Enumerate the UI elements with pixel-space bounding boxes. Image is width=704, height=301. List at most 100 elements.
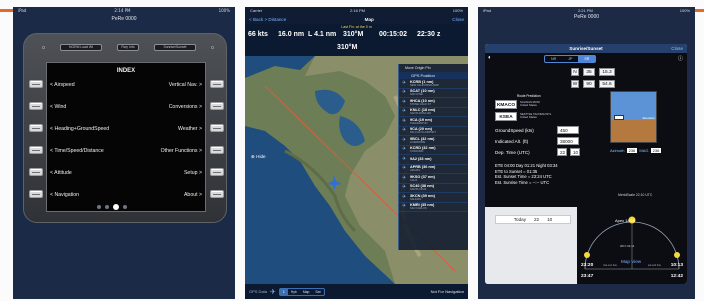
softkey-right-5[interactable] (210, 168, 224, 176)
seg-option[interactable]: 1 (279, 288, 288, 295)
list-item[interactable]: ✈ 9A2 (33 nm) (399, 155, 468, 165)
plane-marker-icon (614, 115, 624, 120)
seg-option[interactable]: Sat (312, 289, 323, 295)
list-item[interactable]: ✈ KCRB (1 nm) NEW CALIFORNIA AIRP (399, 79, 468, 89)
picker-day[interactable]: Today (514, 217, 526, 222)
departure-minute-input[interactable]: 10 (570, 148, 580, 156)
seg-option[interactable]: JP (562, 56, 578, 62)
menu-heading-groundspeed[interactable]: < Heading+GroundSpeed (50, 126, 109, 132)
list-item[interactable]: ✈ 9HCA (10 nm) STONE CALIF ST (399, 98, 468, 108)
bezel-knob-left[interactable] (42, 45, 45, 49)
map-view[interactable]: Move Origin Pin GPS Position ✈ KCRB (1 nm… (245, 56, 468, 284)
softkey-left-1[interactable] (29, 80, 43, 88)
map-type-segment[interactable]: 1 Hyb Map Sat (278, 287, 325, 296)
waypoint-desc: SAN JOSE (410, 93, 423, 97)
page-dot[interactable] (123, 205, 127, 209)
sunrise-screen: iPad 2:21 PM 100% PeRe 0000 Sunrise/Suns… (478, 7, 695, 299)
station-departure[interactable]: KMACO (495, 100, 517, 109)
list-item[interactable]: ✈ KMRI (35 nm) SAN CARLOS (399, 203, 468, 212)
list-item[interactable]: ✈ 9KSO (37 nm) CALIF (399, 174, 468, 184)
close-button[interactable]: Close (452, 17, 464, 22)
last-fix: Last Fix: at the 0 m (341, 25, 372, 29)
groundspeed-input[interactable]: 450 (557, 126, 579, 134)
lat-degrees[interactable]: 35 (583, 68, 595, 76)
picker-hour[interactable]: 22 (534, 217, 539, 222)
list-item[interactable]: ✈ SCAT (10 nm) SAN JOSE (399, 89, 468, 98)
back-button[interactable]: < Back > Distance (249, 17, 286, 22)
altitude-input[interactable]: 38000 (557, 137, 579, 145)
info-icon[interactable]: ⓘ (678, 55, 683, 62)
index-display: INDEX < Airspeed < Wind < Heading+Ground… (46, 62, 206, 212)
softkey-left-3[interactable] (29, 124, 43, 132)
menu-navigation[interactable]: < Navigation (50, 192, 79, 198)
softkey-right-1[interactable] (210, 80, 224, 88)
date-picker[interactable]: Today 22 10 (495, 215, 571, 224)
list-item[interactable]: ✈ 9CA (19 nm) PLEASANTON (399, 117, 468, 127)
softkey-left-4[interactable] (29, 146, 43, 154)
softkey-left-5[interactable] (29, 168, 43, 176)
list-item[interactable]: ✈ KNLC (18 nm) SANTA ROSA AIR (399, 108, 468, 117)
list-item[interactable]: ✈ APRB (36 nm) ARCATA (399, 165, 468, 174)
status-battery: 100% (218, 8, 230, 13)
map-view-button[interactable]: Map View (621, 259, 641, 264)
bezel-key-sunrise[interactable]: Sunrise/Sunset (154, 43, 196, 51)
gps-data-button[interactable]: GPS Data (249, 289, 267, 294)
menu-weather[interactable]: Weather > (178, 126, 202, 132)
status-time: 2:14 PM (114, 8, 131, 13)
lat-hemisphere[interactable]: N (571, 68, 579, 76)
menu-about[interactable]: About > (184, 192, 202, 198)
softkey-left-2[interactable] (29, 102, 43, 110)
page-indicator[interactable] (97, 204, 127, 210)
bezel-key-rwy[interactable]: Rwy Info (117, 43, 139, 51)
menu-other-functions[interactable]: Other Functions > (161, 148, 202, 154)
softkey-right-2[interactable] (210, 102, 224, 110)
list-item[interactable]: ✈ 3KCN (39 nm) SALINAS (399, 193, 468, 203)
close-button[interactable]: Close (671, 46, 683, 51)
station-arrival[interactable]: KSEA (495, 112, 517, 121)
menu-setup[interactable]: Setup > (184, 170, 202, 176)
bezel-key-load[interactable]: NORM Load Wt (60, 43, 102, 51)
lon-minutes[interactable]: 54.6 (599, 80, 615, 88)
move-origin-pin[interactable]: Move Origin Pin (398, 64, 468, 72)
distance2-value: L 4.1 nm (308, 31, 337, 38)
seg-option[interactable]: SR (578, 56, 596, 62)
mode-segment[interactable]: NR JP SR (544, 55, 597, 63)
lon-degrees[interactable]: 90 (583, 80, 595, 88)
departure-hour-input[interactable]: 22 (557, 148, 567, 156)
waypoint-desc: SAN CARLOS (410, 207, 427, 211)
bezel-knob-right[interactable] (211, 45, 214, 49)
seg-option[interactable]: NR (545, 56, 562, 62)
page-dot-active[interactable] (113, 204, 119, 210)
list-item[interactable]: ✈ KCRD (32 nm) CONCORD (399, 146, 468, 155)
list-item[interactable]: ✈ 9CA (20 nm) PALO ALTO AIRPORT (399, 127, 468, 136)
list-item[interactable]: ✈ 9BCL (32 nm) LIVERMORE (399, 136, 468, 146)
lon-hemisphere[interactable]: W (571, 80, 579, 88)
hide-button[interactable]: ⊕ Hide (251, 154, 266, 160)
azimuth-readout: Azimuth 236 MAG 236 (610, 148, 662, 153)
page-dot[interactable] (105, 205, 109, 209)
softkey-right-3[interactable] (210, 124, 224, 132)
menu-attitude[interactable]: < Attitude (50, 170, 72, 176)
flight-info-bar: Last Fix: at the 0 m 66 kts 16.0 nm L 4.… (245, 24, 468, 56)
airplane-icon[interactable]: ✈ (270, 288, 276, 296)
status-bar: iPad 2:21 PM 100% (478, 7, 695, 14)
lat-minutes[interactable]: 15.3 (599, 68, 615, 76)
softkey-left-6[interactable] (29, 190, 43, 198)
left-time: 23:47 (581, 274, 594, 279)
seg-option[interactable]: Hyb (288, 289, 300, 295)
softkey-right-4[interactable] (210, 146, 224, 154)
menu-conversions[interactable]: Conversions > (169, 104, 202, 110)
page-dot[interactable] (97, 205, 101, 209)
menu-wind[interactable]: < Wind (50, 104, 66, 110)
picker-minute[interactable]: 10 (547, 217, 552, 222)
list-item[interactable]: ✈ SC40 (38 nm) SANTA CRUZ (399, 184, 468, 193)
ete-value: 00:15:02 (379, 31, 408, 38)
menu-time-speed-distance[interactable]: < Time/Speed/Distance (50, 148, 104, 154)
softkey-right-6[interactable] (210, 190, 224, 198)
seg-option[interactable]: Map (300, 289, 313, 295)
menu-airspeed[interactable]: < Airspeed (50, 82, 75, 88)
waypoint-desc: STONE CALIF ST (410, 102, 431, 106)
menu-vertical-nav[interactable]: Vertical Nav. > (169, 82, 202, 88)
result-ete: ETE 04:00 Day 01:21 Night 03:34 (495, 163, 558, 168)
contrast-icon[interactable]: ◐ (488, 55, 492, 61)
